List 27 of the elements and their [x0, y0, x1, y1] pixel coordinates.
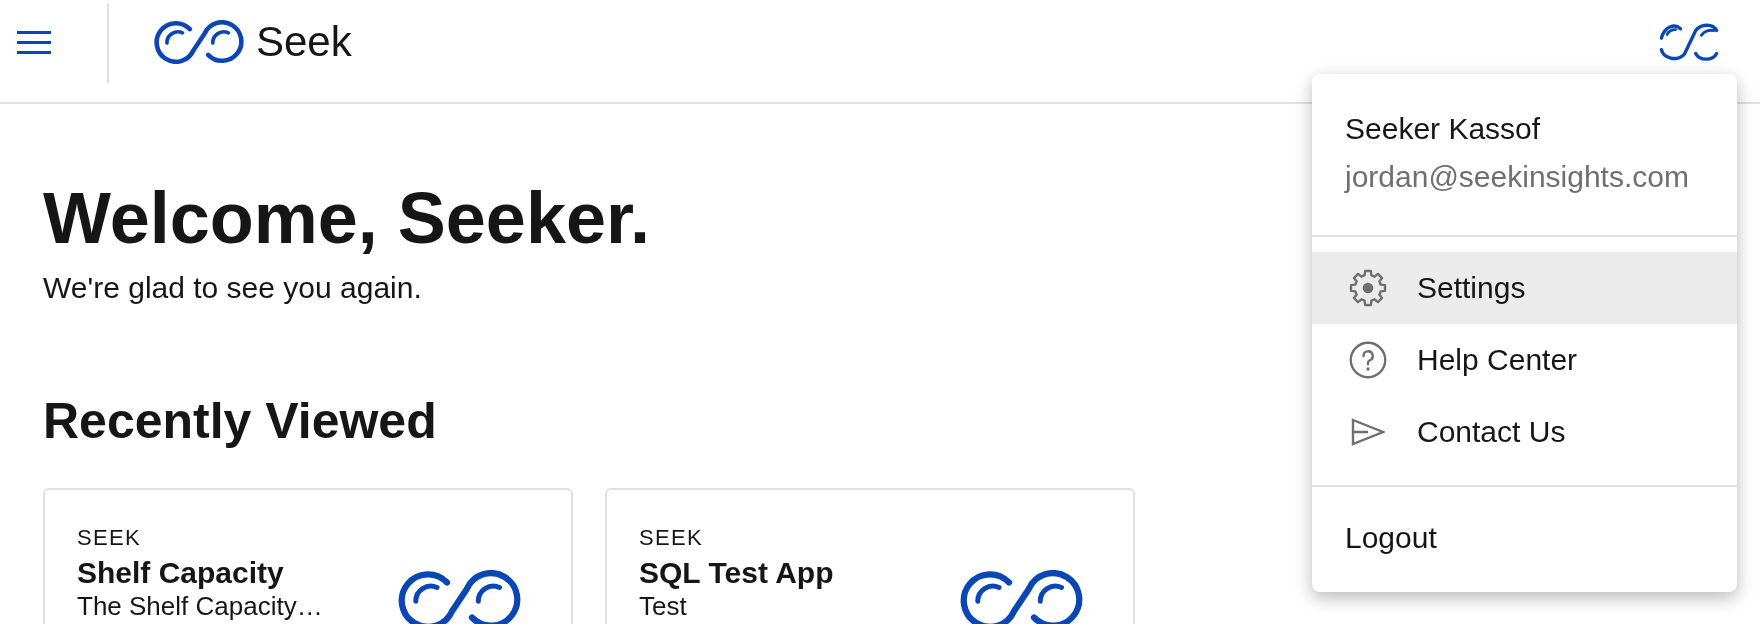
- card-category: SEEK: [77, 527, 141, 549]
- account-button[interactable]: [1658, 22, 1720, 62]
- send-icon: [1351, 418, 1385, 446]
- app-card[interactable]: SEEK Shelf Capacity The Shelf Capacity…: [43, 488, 573, 624]
- logout-menu-item[interactable]: Logout: [1345, 523, 1437, 553]
- card-category: SEEK: [639, 527, 703, 549]
- infinity-logo-icon: [154, 20, 244, 64]
- infinity-logo-icon: [1658, 22, 1720, 62]
- section-heading: Recently Viewed: [43, 396, 437, 446]
- card-title: SQL Test App: [639, 558, 834, 588]
- app-card[interactable]: SEEK SQL Test App Test: [605, 488, 1135, 624]
- user-email: jordan@seekinsights.com: [1345, 162, 1689, 192]
- home-link[interactable]: Seek: [154, 20, 352, 64]
- menu-item[interactable]: Settings: [1312, 252, 1737, 324]
- menu-item[interactable]: Contact Us: [1312, 396, 1737, 468]
- help-icon: [1349, 341, 1387, 379]
- card-description: Test: [639, 593, 687, 619]
- welcome-heading: Welcome, Seeker.: [43, 182, 651, 254]
- card-description: The Shelf Capacity…: [77, 593, 323, 619]
- menu-icon: [17, 30, 51, 54]
- infinity-logo-icon: [960, 570, 1083, 624]
- menu-item[interactable]: Help Center: [1312, 324, 1737, 396]
- infinity-logo-icon: [398, 570, 521, 624]
- settings-icon: [1349, 269, 1387, 307]
- welcome-subtitle: We're glad to see you again.: [43, 273, 422, 303]
- user-name: Seeker Kassof: [1345, 114, 1541, 144]
- card-title: Shelf Capacity: [77, 558, 284, 588]
